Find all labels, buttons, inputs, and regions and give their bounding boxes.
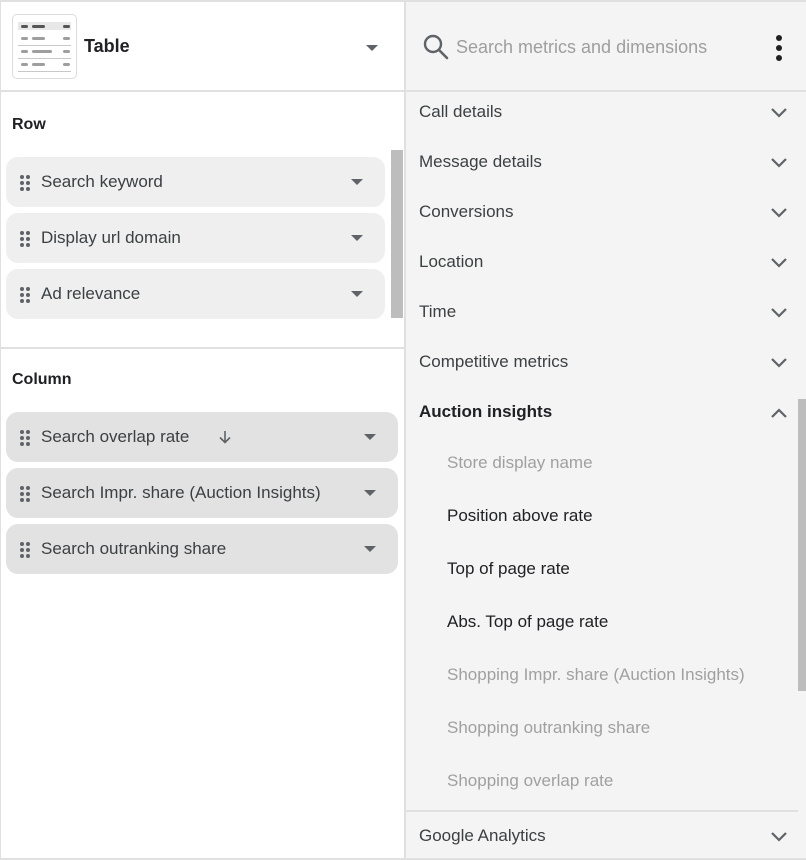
group-label: Location xyxy=(419,252,484,271)
group-label: Competitive metrics xyxy=(419,352,569,371)
row-list-scrollbar[interactable] xyxy=(391,150,403,318)
field-label: Position above rate xyxy=(447,506,593,525)
chip-label: Search Impr. share (Auction Insights) xyxy=(41,483,321,502)
row-section-title: Row xyxy=(12,116,46,133)
group-label: Message details xyxy=(419,152,542,171)
group-competitive-metrics[interactable]: Competitive metrics xyxy=(406,339,796,389)
group-conversions[interactable]: Conversions xyxy=(406,189,796,239)
chip-label: Display url domain xyxy=(41,228,181,247)
chart-type-dropdown-icon[interactable] xyxy=(366,45,378,51)
group-divider xyxy=(406,810,798,812)
chevron-down-icon[interactable] xyxy=(768,352,790,374)
field-label: Store display name xyxy=(447,453,593,472)
field-label: Shopping overlap rate xyxy=(447,771,614,790)
group-label: Google Analytics xyxy=(419,826,546,845)
drag-handle-icon[interactable] xyxy=(20,542,32,558)
field-label: Shopping outranking share xyxy=(447,718,651,737)
chevron-down-icon[interactable] xyxy=(768,202,790,224)
chart-type-label: Table xyxy=(84,36,130,56)
chip-label: Search outranking share xyxy=(41,539,227,558)
field-label: Shopping Impr. share (Auction Insights) xyxy=(447,665,745,684)
group-location[interactable]: Location xyxy=(406,239,796,289)
chevron-down-icon[interactable] xyxy=(768,826,790,848)
chip-dropdown-icon[interactable] xyxy=(351,179,363,185)
chip-dropdown-icon[interactable] xyxy=(364,490,376,496)
more-options-icon[interactable] xyxy=(772,32,786,64)
chip-dropdown-icon[interactable] xyxy=(364,434,376,440)
fields-panel: Call details Message details Conversions… xyxy=(404,2,806,858)
field-shopping-outranking-share: Shopping outranking share xyxy=(406,704,796,757)
group-label: Call details xyxy=(419,102,503,121)
column-section-title: Column xyxy=(12,371,72,388)
sort-descending-icon[interactable] xyxy=(216,428,234,446)
drag-handle-icon[interactable] xyxy=(20,175,32,191)
group-message-details[interactable]: Message details xyxy=(406,139,796,189)
chip-dropdown-icon[interactable] xyxy=(351,235,363,241)
field-shopping-impr-share: Shopping Impr. share (Auction Insights) xyxy=(406,651,796,704)
group-auction-insights[interactable]: Auction insights xyxy=(406,389,796,439)
field-store-display-name: Store display name xyxy=(406,439,796,492)
table-chart-icon xyxy=(12,14,77,79)
chevron-down-icon[interactable] xyxy=(768,152,790,174)
column-metric-chip[interactable]: Search Impr. share (Auction Insights) xyxy=(6,468,398,518)
column-metric-chip[interactable]: Search outranking share xyxy=(6,524,398,574)
group-label: Auction insights xyxy=(419,402,553,421)
chevron-down-icon[interactable] xyxy=(768,252,790,274)
search-input[interactable] xyxy=(456,32,756,62)
chip-label: Search keyword xyxy=(41,172,163,191)
fields-list-scrollbar[interactable] xyxy=(798,399,806,691)
search-bar xyxy=(406,2,806,92)
drag-handle-icon[interactable] xyxy=(20,231,32,247)
group-google-analytics[interactable]: Google Analytics xyxy=(406,813,796,860)
field-shopping-overlap-rate: Shopping overlap rate xyxy=(406,757,796,810)
chart-type-selector[interactable]: Table xyxy=(1,2,405,92)
field-label: Top of page rate xyxy=(447,559,570,578)
section-divider xyxy=(1,347,405,349)
editor-frame: Table Row Search keyword Display url dom… xyxy=(0,0,806,860)
field-abs-top-of-page-rate[interactable]: Abs. Top of page rate xyxy=(406,598,796,651)
field-top-of-page-rate[interactable]: Top of page rate xyxy=(406,545,796,598)
setup-panel: Table Row Search keyword Display url dom… xyxy=(0,2,405,858)
drag-handle-icon[interactable] xyxy=(20,486,32,502)
row-dimension-chip[interactable]: Display url domain xyxy=(6,213,385,263)
row-dimension-chip[interactable]: Search keyword xyxy=(6,157,385,207)
chip-label: Search overlap rate xyxy=(41,427,190,446)
column-metric-chip[interactable]: Search overlap rate xyxy=(6,412,398,462)
chevron-down-icon[interactable] xyxy=(768,302,790,324)
chip-label: Ad relevance xyxy=(41,284,141,303)
group-label: Conversions xyxy=(419,202,514,221)
chevron-up-icon[interactable] xyxy=(768,402,790,424)
chip-dropdown-icon[interactable] xyxy=(351,291,363,297)
row-dimension-chip[interactable]: Ad relevance xyxy=(6,269,385,319)
chevron-down-icon[interactable] xyxy=(768,102,790,124)
field-position-above-rate[interactable]: Position above rate xyxy=(406,492,796,545)
drag-handle-icon[interactable] xyxy=(20,430,32,446)
chip-dropdown-icon[interactable] xyxy=(364,546,376,552)
drag-handle-icon[interactable] xyxy=(20,287,32,303)
field-label: Abs. Top of page rate xyxy=(447,612,609,631)
group-label: Time xyxy=(419,302,457,321)
search-icon xyxy=(423,34,449,60)
group-time[interactable]: Time xyxy=(406,289,796,339)
group-call-details[interactable]: Call details xyxy=(406,89,796,139)
